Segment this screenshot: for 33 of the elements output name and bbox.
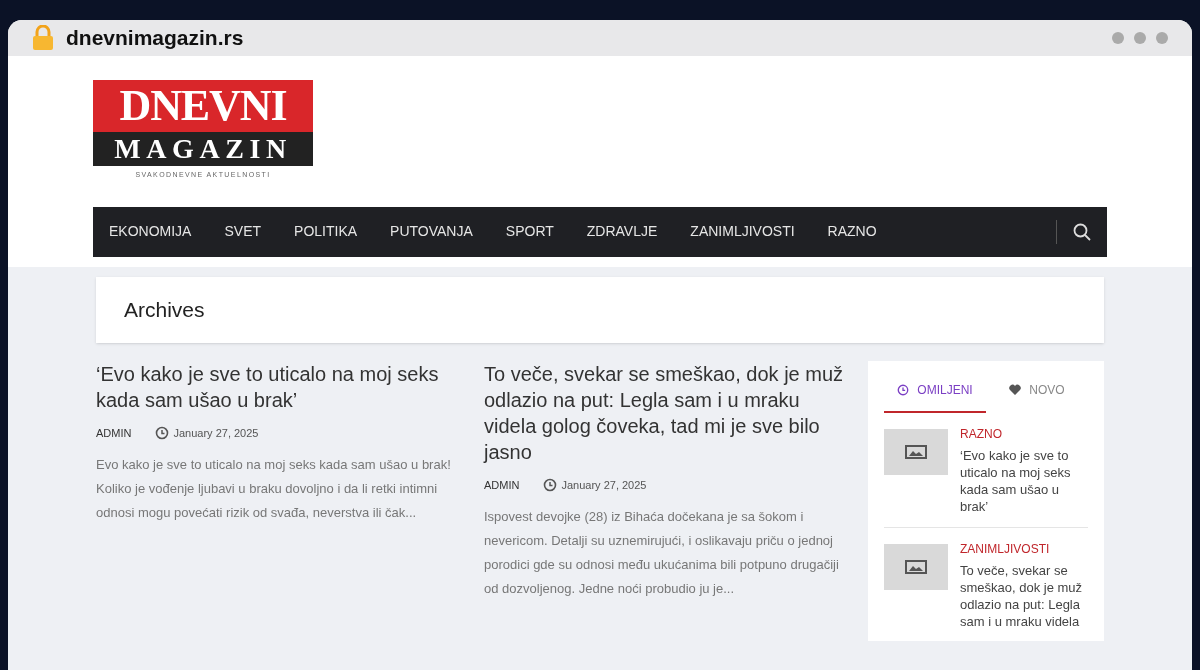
nav-link[interactable]: SPORT: [505, 221, 554, 242]
nav-link[interactable]: EKONOMIJA: [109, 221, 192, 242]
post-title[interactable]: ‘Evo kako je sve to uticalo na moj seks kada sam ušao u brak’: [96, 360, 456, 413]
post-excerpt: Evo kako je sve to uticalo na moj seks kada sam ušao u brak! Koliko je vođenje ljubavi u braku dovoljno i da li retki intimni odnosi mogu povećati rizik od svađa, neverstva ili čak...: [96, 456, 452, 522]
url-text[interactable]: dnevnimagazin.rs: [66, 22, 244, 54]
nav-link[interactable]: PUTOVANJA: [390, 221, 473, 242]
page-title: Archives: [124, 296, 205, 323]
sidebar-tab[interactable]: OMILJENI: [884, 368, 986, 413]
nav-link[interactable]: ZDRAVLJE: [586, 221, 658, 242]
window-dots-icon: [1112, 32, 1168, 44]
post-date: January 27, 2025: [561, 477, 647, 493]
image-icon: [905, 559, 927, 574]
post-author[interactable]: ADMIN: [96, 424, 132, 441]
lock-icon: [32, 25, 54, 51]
clock-icon: [155, 425, 170, 440]
search-icon[interactable]: [1073, 222, 1091, 241]
post-author[interactable]: ADMIN: [484, 476, 520, 493]
category-link[interactable]: RAZNO: [960, 424, 1088, 443]
heart-icon: [1009, 384, 1022, 395]
post-date: January 27, 2025: [173, 425, 259, 441]
nav-link[interactable]: POLITIKA: [294, 221, 358, 242]
category-link[interactable]: ZANIMLJIVOSTI: [960, 539, 1088, 558]
nav-link[interactable]: SVET: [224, 221, 262, 242]
sidebar-post-title[interactable]: To veče, svekar se smeškao, dok je muž odlazio na put: Legla sam i u mraku videla: [960, 561, 1088, 630]
image-icon: [905, 444, 927, 459]
clock-icon: [897, 383, 910, 396]
clock-icon: [543, 477, 558, 492]
sidebar-post-title[interactable]: ‘Evo kako je sve to uticalo na moj seks kada sam ušao u brak’: [960, 446, 1088, 515]
post-title[interactable]: To veče, svekar se smeškao, dok je muž odlazio na put: Legla sam i u mraku videla golog čoveka, tad mi je sve bilo jasno: [484, 360, 844, 465]
nav-link[interactable]: ZANIMLJIVOSTI: [690, 221, 795, 242]
nav-link[interactable]: RAZNO: [827, 221, 877, 242]
post-excerpt: Ispovest devojke (28) iz Bihaća dočekana je sa šokom i nevericom. Detalji su uznemirujući, i oslikavaju priču o jednoj porodici gde su odnosi među ukućanima bili potpuno drugačiji od dozvoljenog. Jedne noći probudio ju je...: [484, 508, 840, 598]
sidebar-tab[interactable]: NOVO: [986, 368, 1088, 413]
